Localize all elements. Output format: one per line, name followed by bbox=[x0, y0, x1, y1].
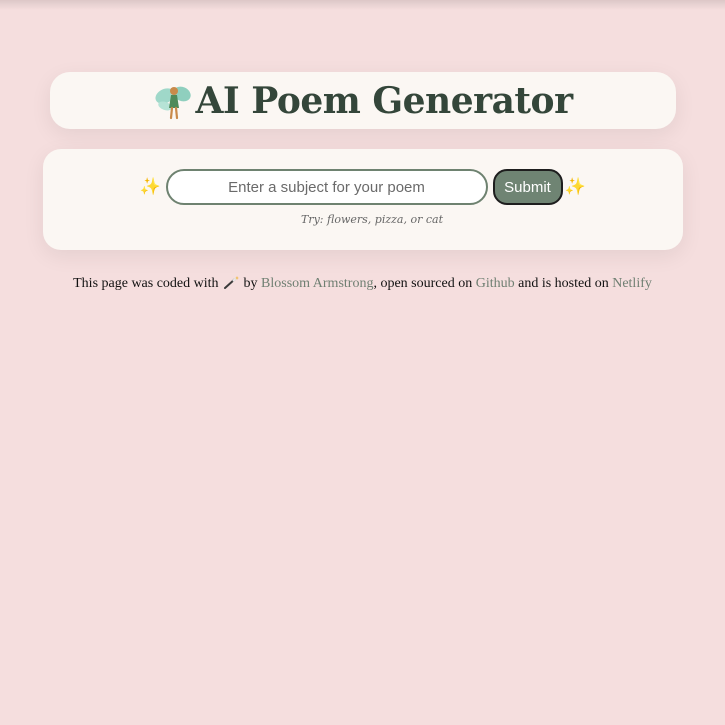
subject-input[interactable] bbox=[165, 169, 488, 205]
footer-text-3: , open sourced on bbox=[373, 276, 476, 291]
sparkles-icon: ✨ bbox=[139, 177, 162, 197]
fairy-icon bbox=[155, 86, 192, 119]
poem-form: ✨ Submit ✨ Try: flowers, pizza, or cat bbox=[43, 149, 683, 250]
sparkles-icon-right: ✨ bbox=[564, 177, 587, 197]
form-row: ✨ Submit ✨ bbox=[43, 169, 683, 205]
author-link[interactable]: Blossom Armstrong bbox=[261, 276, 373, 291]
submit-button[interactable]: Submit bbox=[492, 169, 563, 205]
magic-wand-icon bbox=[224, 276, 240, 289]
page-title: AI Poem Generator bbox=[153, 79, 573, 122]
header-card: AI Poem Generator bbox=[50, 72, 676, 129]
footer: This page was coded with by Blossom Arms… bbox=[0, 275, 725, 292]
netlify-link[interactable]: Netlify bbox=[612, 276, 652, 291]
footer-text-2: by bbox=[243, 276, 262, 291]
title-text: AI Poem Generator bbox=[195, 79, 573, 122]
input-hint: Try: flowers, pizza, or cat bbox=[300, 213, 443, 226]
github-link[interactable]: Github bbox=[476, 276, 515, 291]
footer-text-4: and is hosted on bbox=[514, 276, 613, 291]
footer-text-1: This page was coded with bbox=[73, 276, 219, 291]
top-shadow bbox=[0, 0, 725, 10]
